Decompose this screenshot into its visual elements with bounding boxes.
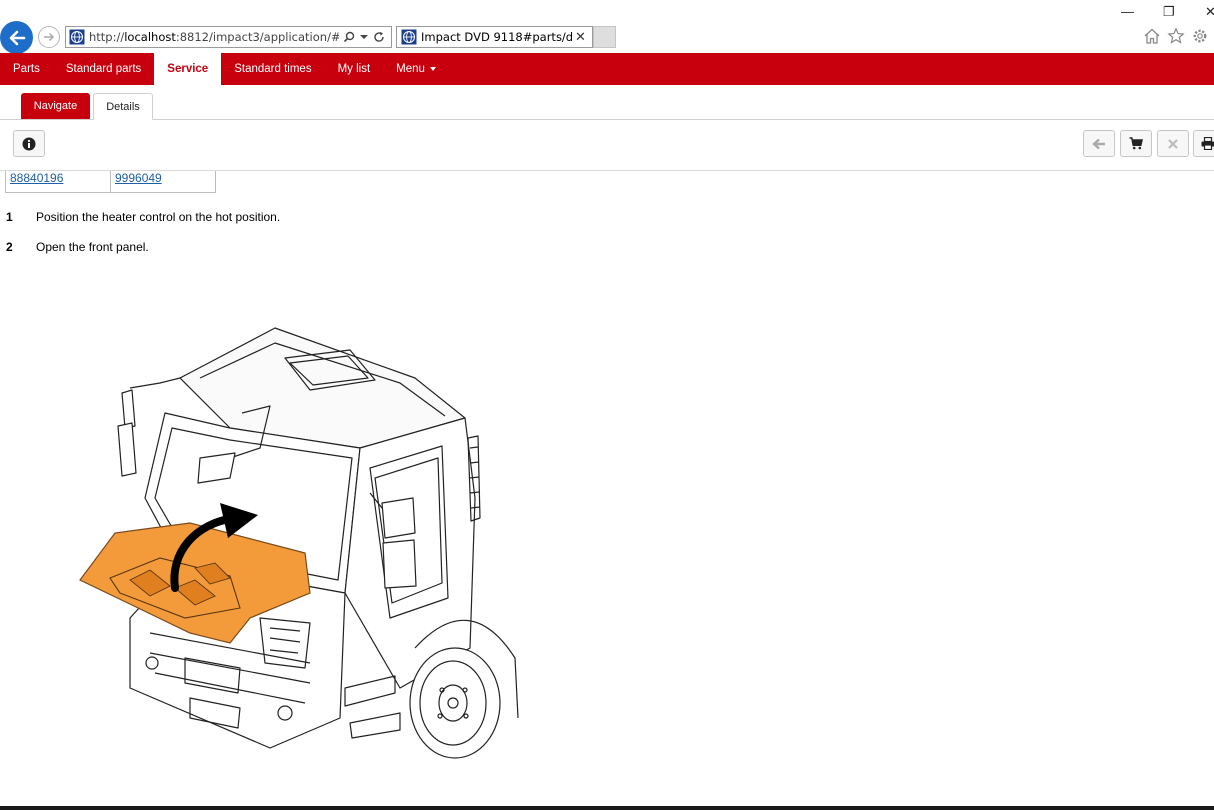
- nav-label: Menu: [396, 63, 425, 75]
- address-bar[interactable]: http://localhost:8812/impact3/applicatio…: [65, 26, 392, 48]
- step-text: Position the heater control on the hot p…: [36, 210, 281, 224]
- gear-icon[interactable]: [1191, 27, 1209, 45]
- print-button[interactable]: [1193, 130, 1214, 157]
- tab-close-icon[interactable]: ✕: [575, 30, 586, 45]
- sub-tabs: Navigate Details: [0, 85, 1214, 120]
- caret-down-icon: [429, 67, 436, 71]
- window-close-icon[interactable]: ✕: [1205, 4, 1214, 20]
- browser-back-button[interactable]: [0, 21, 33, 54]
- instruction-step: 1 Position the heater control on the hot…: [6, 210, 280, 224]
- close-icon: [1168, 138, 1178, 149]
- part-link[interactable]: 9996049: [115, 171, 162, 185]
- part-link[interactable]: 88840196: [10, 171, 63, 185]
- step-number: 2: [6, 240, 13, 254]
- nav-parts[interactable]: Parts: [0, 53, 53, 85]
- nav-label: Parts: [13, 63, 40, 75]
- minimize-icon[interactable]: —: [1121, 4, 1134, 19]
- nav-menu-dropdown[interactable]: Menu: [383, 53, 449, 85]
- new-tab-button[interactable]: [593, 26, 616, 48]
- bottom-border: [0, 806, 1214, 810]
- info-icon: [22, 137, 36, 150]
- browser-chrome: http://localhost:8812/impact3/applicatio…: [0, 0, 1214, 54]
- table-row: 88840196 9996049: [5, 171, 216, 193]
- table-cell: 88840196: [5, 171, 111, 193]
- refresh-icon[interactable]: [373, 31, 385, 43]
- browser-forward-button[interactable]: [38, 26, 60, 48]
- search-icon[interactable]: [343, 31, 355, 43]
- arrow-left-icon: [9, 30, 25, 45]
- restore-icon[interactable]: ❐: [1163, 4, 1175, 20]
- instruction-step: 2 Open the front panel.: [6, 240, 149, 254]
- nav-my-list[interactable]: My list: [325, 53, 384, 85]
- nav-label: Standard times: [234, 63, 312, 75]
- star-icon[interactable]: [1167, 27, 1185, 45]
- nav-standard-parts[interactable]: Standard parts: [53, 53, 154, 85]
- globe-icon: [69, 29, 85, 45]
- arrow-left-icon: [1092, 138, 1105, 149]
- step-text: Open the front panel.: [36, 240, 149, 254]
- nav-label: Standard parts: [65, 63, 142, 75]
- nav-standard-times[interactable]: Standard times: [221, 53, 324, 85]
- cart-icon: [1129, 137, 1143, 150]
- main-nav: Parts Standard parts Service Standard ti…: [0, 53, 1214, 85]
- toolbar: [0, 120, 1214, 171]
- info-button[interactable]: [13, 130, 45, 157]
- parts-table: 88840196 9996049: [5, 171, 216, 193]
- tab-details[interactable]: Details: [93, 93, 153, 120]
- dropdown-icon[interactable]: [360, 34, 368, 40]
- nav-label: Service: [167, 63, 209, 75]
- nav-service[interactable]: Service: [154, 53, 222, 85]
- step-number: 1: [6, 210, 13, 224]
- truck-illustration: [79, 327, 519, 759]
- back-button[interactable]: [1083, 130, 1115, 157]
- print-icon: [1201, 137, 1214, 150]
- cart-button[interactable]: [1120, 130, 1152, 157]
- table-cell: 9996049: [110, 171, 216, 193]
- nav-label: My list: [337, 63, 371, 75]
- tab-title: Impact DVD 9118#parts/det...: [421, 30, 573, 44]
- address-url: http://localhost:8812/impact3/applicatio…: [89, 30, 339, 44]
- globe-icon: [401, 29, 417, 45]
- tab-navigate[interactable]: Navigate: [21, 93, 90, 119]
- home-icon[interactable]: [1143, 27, 1161, 45]
- browser-tab[interactable]: Impact DVD 9118#parts/det... ✕: [396, 26, 593, 48]
- arrow-right-icon: [44, 32, 55, 42]
- remove-button[interactable]: [1157, 130, 1189, 157]
